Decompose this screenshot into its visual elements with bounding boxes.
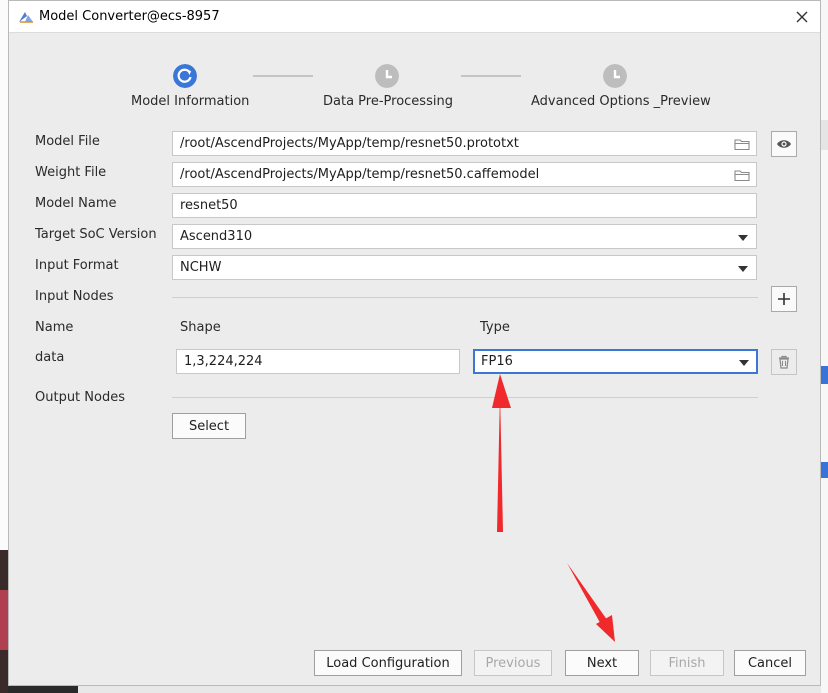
chevron-down-icon xyxy=(738,266,748,272)
previous-button[interactable]: Previous xyxy=(474,650,552,676)
target-soc-select[interactable]: Ascend310 xyxy=(172,224,757,249)
input-node-type-select[interactable]: FP16 xyxy=(473,349,758,374)
output-nodes-separator xyxy=(172,397,758,398)
input-format-label: Input Format xyxy=(35,258,119,273)
cancel-button[interactable]: Cancel xyxy=(734,650,806,676)
model-file-label: Model File xyxy=(35,134,100,149)
output-nodes-label: Output Nodes xyxy=(35,390,125,405)
close-icon[interactable] xyxy=(792,7,812,27)
model-converter-dialog: Model Converter@ecs-8957 Model Informati… xyxy=(8,0,821,686)
preview-model-button[interactable] xyxy=(771,131,797,157)
step-connector xyxy=(461,75,521,77)
select-output-nodes-button[interactable]: Select xyxy=(172,413,246,439)
model-name-label: Model Name xyxy=(35,196,117,211)
background-bottom-edge xyxy=(8,685,821,693)
step-clock-icon xyxy=(375,64,399,88)
weight-file-field[interactable]: /root/AscendProjects/MyApp/temp/resnet50… xyxy=(172,162,757,187)
column-header-shape: Shape xyxy=(180,320,221,335)
delete-input-node-button[interactable] xyxy=(771,349,797,375)
model-name-input[interactable]: resnet50 xyxy=(172,193,757,218)
step-progress-icon xyxy=(173,64,197,88)
input-format-value: NCHW xyxy=(180,260,222,275)
weight-file-value: /root/AscendProjects/MyApp/temp/resnet50… xyxy=(180,167,540,182)
finish-button[interactable]: Finish xyxy=(650,650,724,676)
step-label-model-information: Model Information xyxy=(131,94,250,109)
target-soc-value: Ascend310 xyxy=(180,229,253,244)
folder-icon[interactable] xyxy=(734,168,750,182)
input-node-name: data xyxy=(35,350,65,365)
input-node-type-value: FP16 xyxy=(481,354,513,369)
load-configuration-button[interactable]: Load Configuration xyxy=(314,650,462,676)
step-label-data-preprocessing: Data Pre-Processing xyxy=(323,94,453,109)
step-label-advanced-options: Advanced Options _Preview xyxy=(531,94,711,109)
background-bottom-dark xyxy=(8,685,78,693)
add-input-node-button[interactable] xyxy=(771,286,797,312)
folder-icon[interactable] xyxy=(734,137,750,151)
background-right-panel xyxy=(821,120,828,150)
background-photo-accent xyxy=(0,590,8,650)
column-header-type: Type xyxy=(480,320,510,335)
step-clock-icon xyxy=(603,64,627,88)
plus-icon xyxy=(778,293,790,305)
target-soc-label: Target SoC Version xyxy=(35,227,157,242)
eye-icon xyxy=(777,140,791,148)
model-file-field[interactable]: /root/AscendProjects/MyApp/temp/resnet50… xyxy=(172,131,757,156)
input-node-shape-input[interactable]: 1,3,224,224 xyxy=(176,349,460,374)
background-right-edge xyxy=(821,0,828,693)
input-format-select[interactable]: NCHW xyxy=(172,255,757,280)
input-node-shape-value: 1,3,224,224 xyxy=(184,354,263,369)
model-name-value: resnet50 xyxy=(180,198,238,213)
input-nodes-label: Input Nodes xyxy=(35,289,114,304)
title-bar[interactable]: Model Converter@ecs-8957 xyxy=(9,1,820,33)
model-file-value: /root/AscendProjects/MyApp/temp/resnet50… xyxy=(180,136,519,151)
next-button[interactable]: Next xyxy=(565,650,639,676)
app-icon xyxy=(19,12,33,23)
background-selection-bar xyxy=(821,462,828,478)
weight-file-label: Weight File xyxy=(35,165,107,180)
background-selection-bar xyxy=(821,366,828,384)
step-connector xyxy=(253,75,313,77)
chevron-down-icon xyxy=(739,360,749,366)
trash-icon xyxy=(779,355,789,369)
chevron-down-icon xyxy=(738,235,748,241)
window-title: Model Converter@ecs-8957 xyxy=(39,9,220,24)
input-nodes-separator xyxy=(172,297,758,298)
column-header-name: Name xyxy=(35,320,74,335)
